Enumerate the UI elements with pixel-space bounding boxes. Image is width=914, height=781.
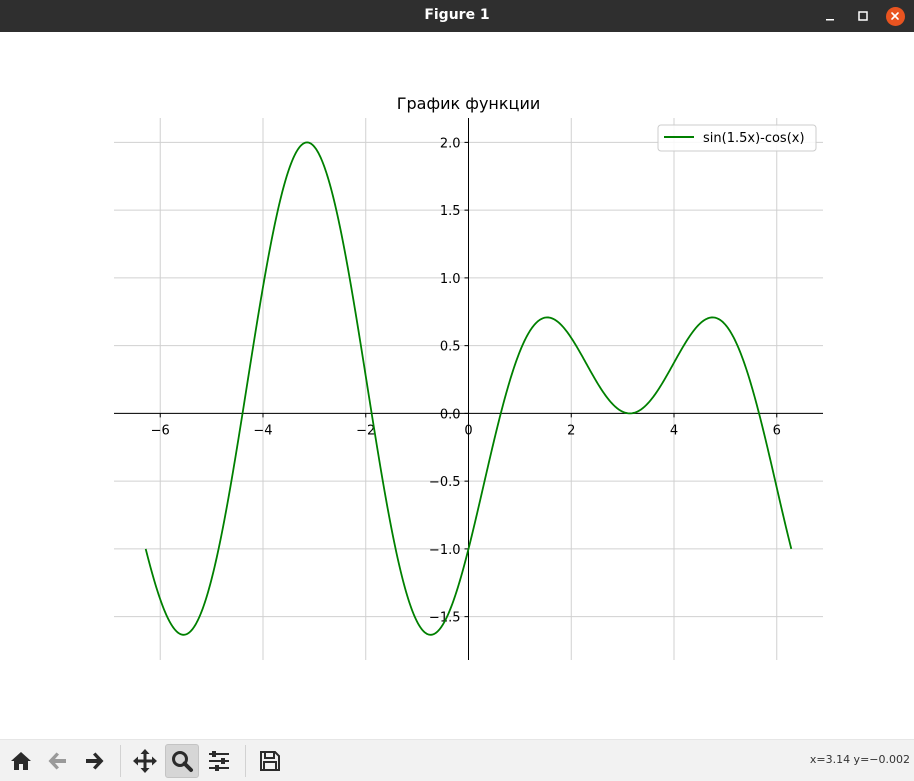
- x-tick-label: 2: [567, 423, 575, 438]
- cursor-coordinates: x=3.14 y=−0.002: [809, 753, 910, 766]
- y-tick-label: −1.0: [429, 543, 461, 558]
- home-button[interactable]: [4, 744, 38, 778]
- toolbar-separator: [245, 745, 246, 777]
- maximize-icon: [858, 11, 868, 21]
- chart: −6 −4 −2 0 2 4 6 −1.5 −1.0 −0.5 0.0 0.5 1.0 1.5 2.0 Гр…: [114, 94, 823, 660]
- home-icon: [11, 752, 31, 770]
- close-button[interactable]: [884, 5, 906, 27]
- y-tick-label: −0.5: [429, 475, 461, 490]
- y-tick-label: 0.0: [440, 407, 461, 422]
- x-tick-label: 0: [464, 423, 472, 438]
- legend-label: sin(1.5x)-cos(x): [703, 131, 805, 146]
- close-button-circle: [885, 6, 905, 26]
- back-button[interactable]: [41, 744, 75, 778]
- arrow-right-icon: [86, 752, 104, 770]
- sliders-icon: [209, 751, 229, 771]
- pan-button[interactable]: [128, 744, 162, 778]
- magnifier-icon: [172, 751, 193, 772]
- maximize-button[interactable]: [852, 5, 874, 27]
- x-tick-label: −6: [151, 423, 170, 438]
- floppy-disk-icon: [260, 751, 280, 771]
- y-tick-label: 0.5: [440, 340, 461, 355]
- navigation-toolbar: x=3.14 y=−0.002: [0, 739, 914, 781]
- figure-canvas[interactable]: −6 −4 −2 0 2 4 6 −1.5 −1.0 −0.5 0.0 0.5 1.0 1.5 2.0 Гр…: [0, 32, 914, 739]
- chart-title: График функции: [397, 94, 541, 113]
- zoom-button[interactable]: [165, 744, 199, 778]
- toolbar-separator: [120, 745, 121, 777]
- arrow-left-icon: [48, 752, 66, 770]
- x-tick-label: −4: [253, 423, 272, 438]
- y-tick-label: −1.5: [429, 611, 461, 626]
- window-title: Figure 1: [424, 7, 490, 23]
- window-titlebar: Figure 1: [0, 0, 914, 32]
- save-button[interactable]: [253, 744, 287, 778]
- y-tick-label: 1.5: [440, 204, 461, 219]
- axes-spines: [114, 118, 823, 660]
- y-tick-label: 1.0: [440, 272, 461, 287]
- y-tick-label: 2.0: [440, 136, 461, 151]
- x-tick-label: 6: [773, 423, 781, 438]
- move-icon: [133, 749, 157, 773]
- legend: sin(1.5x)-cos(x): [657, 124, 817, 152]
- x-tick-label: 4: [670, 423, 678, 438]
- minimize-icon: [826, 19, 834, 21]
- x-tick-label: −2: [356, 423, 375, 438]
- forward-button[interactable]: [77, 744, 111, 778]
- minimize-button[interactable]: [819, 5, 841, 27]
- subplots-button[interactable]: [202, 744, 236, 778]
- close-icon: [891, 12, 899, 20]
